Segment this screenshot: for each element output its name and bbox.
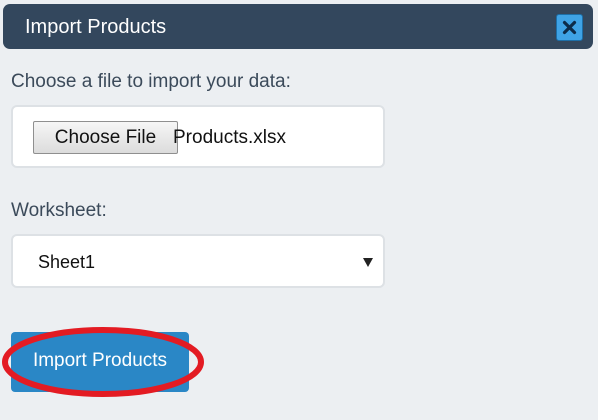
worksheet-label: Worksheet: bbox=[11, 200, 107, 221]
file-label: Choose a file to import your data: bbox=[11, 71, 291, 92]
worksheet-selected-value: Sheet1 bbox=[38, 252, 96, 272]
import-products-button[interactable]: Import Products bbox=[11, 332, 189, 392]
dialog-titlebar: Import Products bbox=[3, 4, 593, 49]
caret-down-icon bbox=[363, 258, 373, 267]
file-input[interactable]: Choose File Products.xlsx bbox=[11, 105, 385, 168]
choose-file-button[interactable]: Choose File bbox=[33, 121, 178, 154]
worksheet-select[interactable]: Sheet1 bbox=[11, 234, 385, 288]
import-products-dialog: Import Products Choose a file to import … bbox=[0, 0, 598, 420]
close-icon bbox=[562, 20, 577, 35]
close-button[interactable] bbox=[556, 14, 583, 41]
selected-file-name: Products.xlsx bbox=[173, 127, 286, 148]
dialog-title: Import Products bbox=[25, 16, 167, 38]
